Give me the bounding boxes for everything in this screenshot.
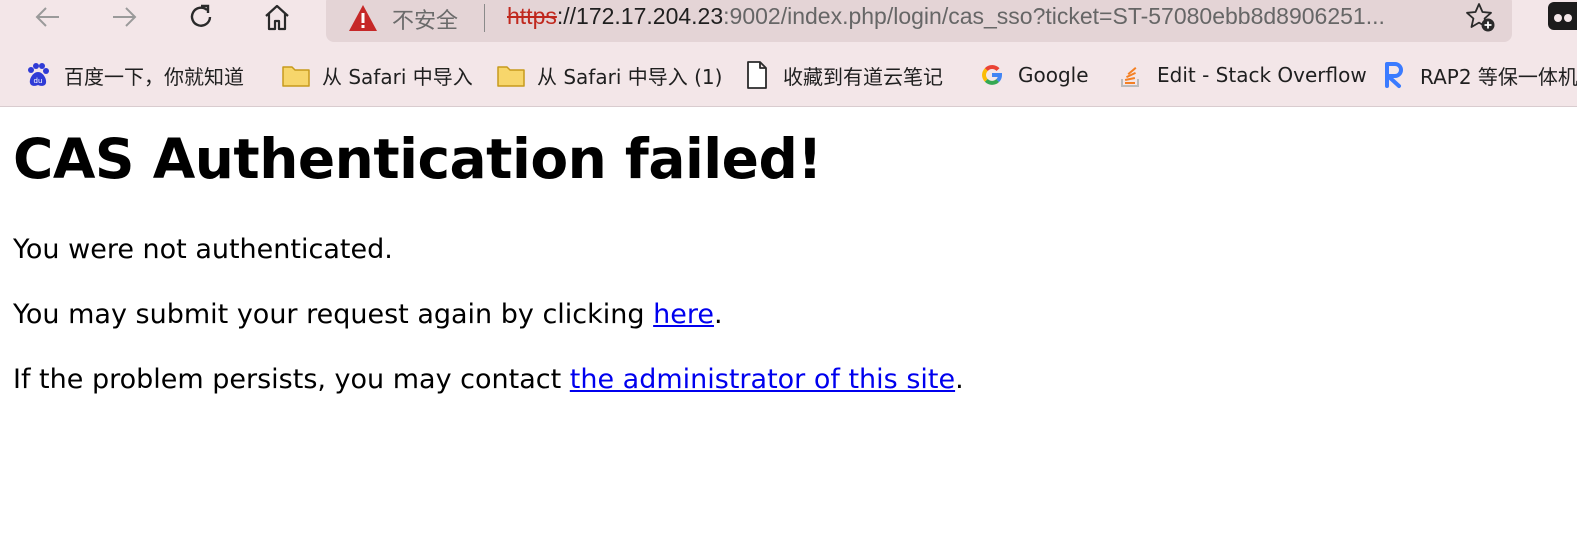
svg-text:du: du: [34, 77, 43, 85]
url-host: ://172.17.204.23: [556, 3, 724, 29]
profile-icon[interactable]: [1548, 2, 1577, 30]
retry-link[interactable]: here: [653, 299, 714, 330]
retry-message-end: .: [713, 299, 723, 330]
bookmark-rap2[interactable]: RAP2 等保一体机: [1380, 52, 1577, 98]
page-icon: [743, 61, 771, 89]
url-path: :9002/index.php/login/cas_sso?ticket=ST-…: [723, 3, 1385, 29]
url-text[interactable]: https://172.17.204.23:9002/index.php/log…: [507, 3, 1385, 30]
not-authenticated-message: You were not authenticated.: [13, 234, 393, 265]
arrow-right-icon: [113, 7, 137, 27]
retry-message: You may submit your request again by cli…: [13, 297, 723, 333]
security-status-label[interactable]: 不安全: [392, 3, 458, 35]
contact-message-text: If the problem persists, you may contact: [13, 364, 570, 395]
bookmark-youdao[interactable]: 收藏到有道云笔记: [743, 52, 943, 98]
bookmark-label: Google: [1018, 63, 1089, 87]
contact-message-end: .: [955, 364, 964, 395]
warning-icon[interactable]: [348, 4, 378, 32]
bookmark-stackoverflow[interactable]: Edit - Stack Overflow: [1117, 52, 1367, 98]
reload-button[interactable]: [179, 0, 223, 34]
bookmark-folder-safari[interactable]: 从 Safari 中导入: [282, 52, 473, 98]
star-add-icon: [1466, 3, 1495, 32]
retry-message-text: You may submit your request again by cli…: [13, 299, 654, 330]
forward-button[interactable]: [102, 0, 146, 34]
browser-toolbar: 不安全 https://172.17.204.23:9002/index.php…: [0, 0, 1577, 46]
address-bar[interactable]: 不安全 https://172.17.204.23:9002/index.php…: [326, 0, 1512, 42]
arrow-left-icon: [35, 7, 59, 27]
reload-icon: [190, 4, 212, 27]
bookmark-label: 百度一下，你就知道: [64, 64, 244, 89]
folder-icon: [282, 61, 310, 89]
google-icon: [978, 61, 1006, 89]
bookmark-label: RAP2 等保一体机: [1420, 64, 1577, 89]
home-button[interactable]: [255, 0, 299, 34]
bookmark-label: 收藏到有道云笔记: [783, 64, 943, 89]
address-separator: [484, 4, 485, 32]
bookmark-label: 从 Safari 中导入 (1): [537, 64, 723, 89]
home-icon: [265, 4, 289, 31]
url-scheme: https: [507, 3, 557, 29]
browser-chrome: 不安全 https://172.17.204.23:9002/index.php…: [0, 0, 1577, 107]
stackoverflow-icon: [1117, 61, 1145, 89]
bookmark-baidu[interactable]: du 百度一下，你就知道: [24, 52, 244, 98]
baidu-icon: du: [24, 61, 52, 89]
folder-icon: [497, 61, 525, 89]
bookmark-label: 从 Safari 中导入: [322, 64, 473, 89]
add-favorite-button[interactable]: [1460, 0, 1500, 34]
admin-contact-link[interactable]: the administrator of this site: [570, 364, 955, 395]
contact-message: If the problem persists, you may contact…: [13, 362, 964, 398]
bookmark-google[interactable]: Google: [978, 52, 1089, 98]
page-title: CAS Authentication failed!: [13, 127, 822, 191]
bookmarks-bar: du 百度一下，你就知道 从 Safari 中导入 从 Safari 中导入 (…: [0, 52, 1577, 98]
rap2-icon: [1380, 61, 1408, 89]
back-button[interactable]: [26, 0, 70, 34]
bookmark-label: Edit - Stack Overflow: [1157, 63, 1367, 87]
bookmark-folder-safari-1[interactable]: 从 Safari 中导入 (1): [497, 52, 722, 98]
